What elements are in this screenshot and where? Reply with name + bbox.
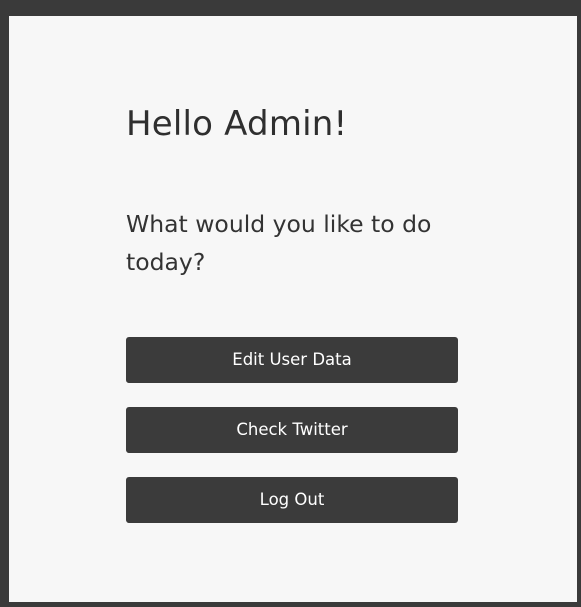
log-out-button[interactable]: Log Out bbox=[126, 477, 458, 523]
greeting-heading: Hello Admin! bbox=[126, 104, 348, 144]
admin-panel: Hello Admin! What would you like to do t… bbox=[9, 16, 577, 602]
window-frame: Hello Admin! What would you like to do t… bbox=[0, 0, 581, 607]
action-list: Edit User Data Check Twitter Log Out bbox=[126, 337, 458, 523]
action-prompt: What would you like to do today? bbox=[126, 210, 432, 276]
edit-user-data-button[interactable]: Edit User Data bbox=[126, 337, 458, 383]
check-twitter-button[interactable]: Check Twitter bbox=[126, 407, 458, 453]
